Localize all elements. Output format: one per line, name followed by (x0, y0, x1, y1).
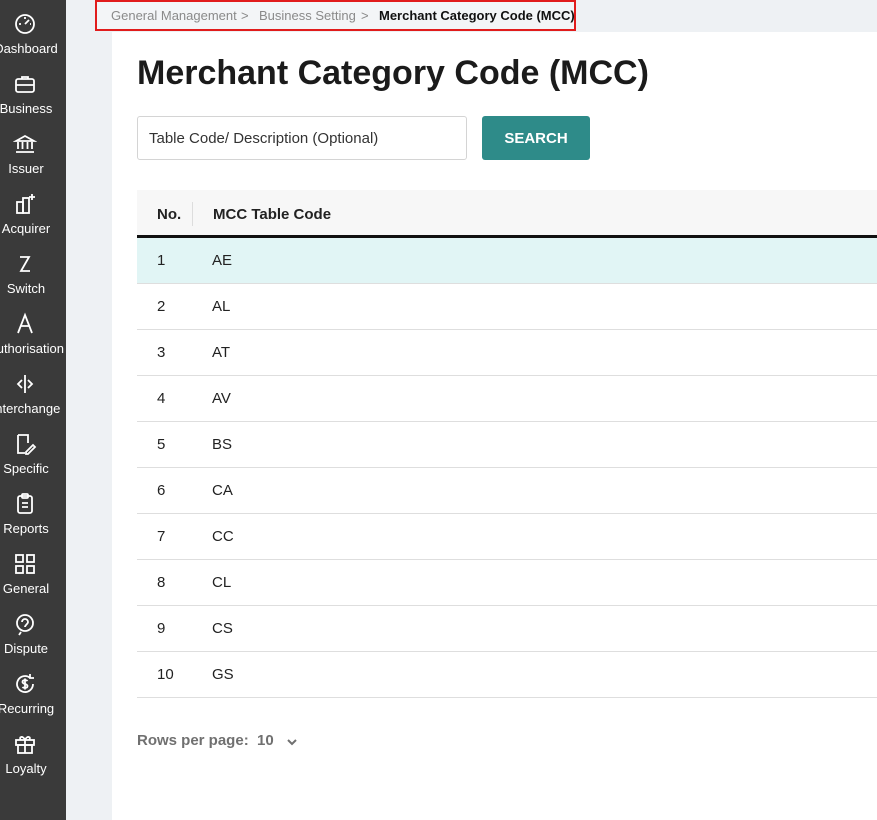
main-content: Merchant Category Code (MCC) SEARCH No. … (112, 32, 877, 820)
sidebar-item-label: Specific (3, 461, 49, 476)
briefcase-icon (13, 72, 37, 96)
bank-icon (13, 132, 37, 156)
cell-code: AV (212, 390, 231, 407)
cell-no: 9 (157, 620, 166, 637)
sidebar-item-label: Dispute (3, 641, 49, 656)
letter-a-icon (13, 312, 37, 336)
cell-code: AT (212, 344, 231, 361)
breadcrumb-current-page: Merchant Category Code (MCC) (379, 8, 575, 23)
sidebar-item-business[interactable]: Business (0, 66, 66, 126)
table-row[interactable]: 1 AE (137, 238, 877, 284)
table-row[interactable]: 6 CA (137, 468, 877, 514)
rows-per-page-label: Rows per page: (137, 732, 249, 749)
sidebar: Dashboard Business Issuer Acquirer Switc… (0, 0, 66, 820)
cell-no: 4 (157, 390, 166, 407)
sidebar-item-reports[interactable]: Reports (0, 486, 66, 546)
page-title: Merchant Category Code (MCC) (137, 54, 649, 92)
cell-code: CL (212, 574, 232, 591)
edit-book-icon (13, 432, 37, 456)
breadcrumb: General Management > Business Setting > … (95, 0, 576, 31)
sidebar-item-label: General (2, 581, 50, 596)
cell-no: 3 (157, 344, 166, 361)
sidebar-item-label: Dashboard (0, 41, 58, 56)
table-row[interactable]: 8 CL (137, 560, 877, 606)
cell-code: BS (212, 436, 233, 453)
sidebar-item-loyalty[interactable]: Loyalty (0, 726, 66, 786)
switch-icon (13, 252, 37, 276)
breadcrumb-separator: > (361, 8, 369, 23)
sidebar-item-label: Business (0, 101, 53, 116)
sidebar-item-general[interactable]: General (0, 546, 66, 606)
sidebar-item-label: Authorisation (0, 341, 64, 356)
sidebar-item-recurring[interactable]: Recurring (0, 666, 66, 726)
table-row[interactable]: 2 AL (137, 284, 877, 330)
sidebar-item-label: Switch (6, 281, 46, 296)
cell-code: GS (212, 666, 234, 683)
cell-no: 6 (157, 482, 166, 499)
sidebar-item-dashboard[interactable]: Dashboard (0, 6, 66, 66)
rows-per-page-select[interactable]: 10 (257, 732, 274, 749)
column-header-mcc-table-code[interactable]: MCC Table Code (213, 206, 331, 223)
sidebar-item-label: Issuer (8, 161, 44, 176)
table-row[interactable]: 7 CC (137, 514, 877, 560)
table-row[interactable]: 3 AT (137, 330, 877, 376)
cell-no: 2 (157, 298, 166, 315)
interchange-icon (13, 372, 37, 396)
sidebar-item-interchange[interactable]: Interchange (0, 366, 66, 426)
mcc-table: No. MCC Table Code 1 AE 2 AL 3 AT 4 AV 5… (137, 190, 877, 698)
chevron-down-icon[interactable] (286, 735, 298, 747)
search-button[interactable]: SEARCH (482, 116, 590, 160)
cell-no: 10 (157, 666, 174, 683)
table-row[interactable]: 5 BS (137, 422, 877, 468)
cell-code: CA (212, 482, 233, 499)
sidebar-item-switch[interactable]: Switch (0, 246, 66, 306)
gift-icon (13, 732, 37, 756)
search-input[interactable] (137, 116, 467, 160)
sidebar-item-label: Loyalty (5, 761, 47, 776)
breadcrumb-business-setting[interactable]: Business Setting (259, 8, 356, 23)
cell-code: CS (212, 620, 233, 637)
building-plus-icon (13, 192, 37, 216)
cell-no: 5 (157, 436, 166, 453)
sidebar-item-label: Interchange (0, 401, 61, 416)
column-divider (192, 202, 193, 226)
sidebar-item-label: Recurring (0, 701, 55, 716)
sidebar-item-authorisation[interactable]: Authorisation (0, 306, 66, 366)
clipboard-icon (13, 492, 37, 516)
sidebar-item-acquirer[interactable]: Acquirer (0, 186, 66, 246)
sidebar-item-dispute[interactable]: Dispute (0, 606, 66, 666)
dispute-icon (13, 612, 37, 636)
sidebar-item-label: Reports (3, 521, 49, 536)
sidebar-item-label: Acquirer (1, 221, 51, 236)
sidebar-item-specific[interactable]: Specific (0, 426, 66, 486)
recurring-dollar-icon (13, 672, 37, 696)
cell-code: CC (212, 528, 234, 545)
column-header-no[interactable]: No. (157, 206, 181, 223)
cell-code: AL (212, 298, 231, 315)
table-header: No. MCC Table Code (137, 190, 877, 238)
cell-no: 8 (157, 574, 166, 591)
breadcrumb-separator: > (241, 8, 249, 23)
table-row[interactable]: 9 CS (137, 606, 877, 652)
table-row[interactable]: 10 GS (137, 652, 877, 698)
table-row[interactable]: 4 AV (137, 376, 877, 422)
grid-icon (13, 552, 37, 576)
breadcrumb-general-management[interactable]: General Management (111, 8, 237, 23)
cell-code: AE (212, 252, 233, 269)
cell-no: 1 (157, 252, 166, 269)
cell-no: 7 (157, 528, 166, 545)
sidebar-item-issuer[interactable]: Issuer (0, 126, 66, 186)
dashboard-icon (13, 12, 37, 36)
